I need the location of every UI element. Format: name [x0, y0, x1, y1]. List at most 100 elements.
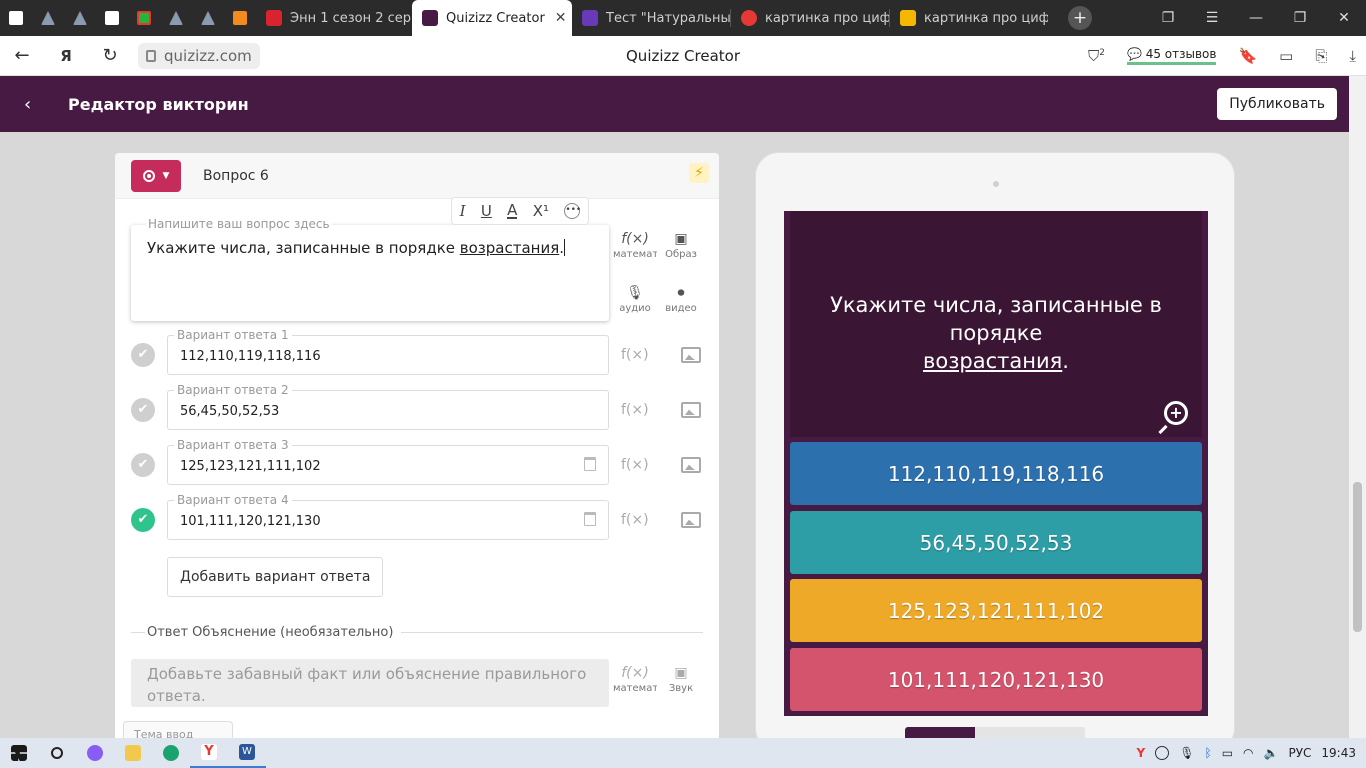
alice-icon[interactable]	[76, 738, 114, 768]
collections-icon[interactable]: ❐	[1146, 10, 1190, 26]
image-icon[interactable]	[681, 347, 701, 363]
question-type-dropdown[interactable]: ▼	[131, 159, 181, 192]
bookmark-icon[interactable]: 🔖	[1238, 47, 1257, 65]
edge-icon[interactable]	[152, 738, 190, 768]
file-explorer-icon[interactable]	[114, 738, 152, 768]
tab-label: картинка про цифр	[765, 10, 889, 26]
image-button[interactable]: ▣ Образ	[659, 231, 703, 260]
close-tab-icon[interactable]: ✕	[545, 10, 567, 26]
yandex-home-icon[interactable]: Я	[44, 47, 88, 65]
pinned-tab[interactable]	[64, 0, 96, 36]
scrollbar-thumb[interactable]	[1353, 482, 1362, 632]
word-icon[interactable]: W	[228, 738, 266, 768]
mark-correct-checkbox[interactable]: ✔	[131, 508, 155, 532]
windows-logo-icon	[11, 745, 27, 761]
more-options-icon[interactable]: •••	[564, 203, 581, 219]
reload-icon[interactable]: ↻	[88, 45, 132, 66]
volume-icon[interactable]: 🔈	[1264, 746, 1279, 760]
extensions-badge: 2	[1099, 48, 1105, 58]
answer-value: 101,111,120,121,130	[180, 514, 321, 529]
audio-button[interactable]: ▣ Звук	[659, 665, 703, 694]
mark-correct-checkbox[interactable]: ✔	[131, 453, 155, 477]
tab-quizizz-creator[interactable]: Quizizz Creator ✕	[412, 0, 572, 36]
page-scrollbar[interactable]	[1349, 76, 1366, 738]
pinned-tab[interactable]	[128, 0, 160, 36]
url-field[interactable]: quizizz.com	[138, 42, 260, 69]
text-color-button[interactable]: A	[507, 203, 518, 219]
pinned-tab[interactable]	[0, 0, 32, 36]
pinned-tab[interactable]	[160, 0, 192, 36]
math-button[interactable]: f(×) математи	[613, 665, 657, 694]
start-button[interactable]	[0, 738, 38, 768]
yandex-tray-icon[interactable]: Y	[1137, 746, 1146, 760]
clock[interactable]: 19:43	[1321, 746, 1356, 760]
explanation-tools: f(×) математи ▣ Звук	[613, 665, 703, 694]
answer-input[interactable]: Вариант ответа 2 56,45,50,52,53	[167, 383, 609, 430]
answer-input[interactable]: Вариант ответа 3 125,123,121,111,102	[167, 438, 609, 485]
function-icon[interactable]: f(×)	[621, 457, 649, 473]
math-button[interactable]: f(×) математи	[613, 231, 657, 260]
menu-icon[interactable]: ☰	[1190, 10, 1234, 26]
tab-anne[interactable]: Энн 1 сезон 2 сери	[256, 0, 412, 36]
yandex-browser-icon[interactable]: Y	[190, 738, 228, 768]
tab-image-search-2[interactable]: картинка про цифр	[890, 0, 1048, 36]
answer-option-4: ✔ Вариант ответа 4 101,111,120,121,130	[131, 493, 609, 540]
function-icon[interactable]: f(×)	[621, 512, 649, 528]
preview-option-2[interactable]: 56,45,50,52,53	[790, 511, 1202, 574]
new-tab-button[interactable]: +	[1068, 6, 1092, 30]
add-answer-button[interactable]: Добавить вариант ответа	[167, 557, 384, 597]
italic-button[interactable]: I	[460, 202, 466, 220]
search-icon[interactable]	[38, 738, 76, 768]
clipboard-icon[interactable]: ⎘	[1315, 47, 1327, 65]
lightning-icon[interactable]: ⚡	[689, 163, 709, 183]
minimize-icon[interactable]: —	[1234, 10, 1278, 26]
pinned-tab[interactable]	[96, 0, 128, 36]
video-button[interactable]: ⏺ видео	[659, 285, 703, 314]
mark-correct-checkbox[interactable]: ✔	[131, 398, 155, 422]
superscript-button[interactable]: X¹	[533, 202, 549, 220]
pinned-tab[interactable]	[32, 0, 64, 36]
preview-option-4[interactable]: 101,111,120,121,130	[790, 648, 1202, 711]
wifi-icon[interactable]: ◠	[1243, 746, 1253, 760]
tray-app-icon[interactable]	[1155, 746, 1170, 760]
function-icon[interactable]: f(×)	[621, 347, 649, 363]
question-input[interactable]: Напишите ваш вопрос здесь Укажите числа,…	[131, 217, 609, 321]
tab-image-search-1[interactable]: картинка про цифр	[731, 0, 889, 36]
underline-button[interactable]: U	[481, 202, 492, 220]
bluetooth-icon[interactable]: ᛒ	[1204, 746, 1211, 760]
audio-button[interactable]: 🎙 аудио	[613, 285, 657, 314]
back-arrow-icon[interactable]: ←	[0, 45, 44, 66]
mark-correct-checkbox[interactable]: ✔	[131, 343, 155, 367]
question-text: Укажите числа, записанные в порядке возр…	[147, 239, 565, 257]
close-window-icon[interactable]: ✕	[1322, 10, 1366, 26]
answer-label: Вариант ответа 4	[174, 493, 292, 507]
image-icon[interactable]	[681, 512, 701, 528]
preview-option-1[interactable]: 112,110,119,118,116	[790, 442, 1202, 505]
pinned-tab[interactable]	[224, 0, 256, 36]
microphone-tray-icon[interactable]: 🎙	[1179, 746, 1194, 760]
zoom-in-icon[interactable]: +	[1164, 401, 1188, 425]
answer-input[interactable]: Вариант ответа 4 101,111,120,121,130	[167, 493, 609, 540]
pinned-tab[interactable]	[192, 0, 224, 36]
folder-icon	[125, 745, 141, 761]
restore-icon[interactable]: ❐	[1278, 10, 1322, 26]
back-chevron-icon[interactable]: ‹	[24, 94, 60, 115]
answer-input[interactable]: Вариант ответа 1 112,110,119,118,116	[167, 328, 609, 375]
language-indicator[interactable]: РУС	[1288, 746, 1311, 760]
image-icon[interactable]	[681, 402, 701, 418]
reviews-button[interactable]: 💬 45 отзывов	[1126, 47, 1217, 65]
downloads-icon[interactable]: ⤓	[1349, 47, 1356, 65]
image-icon[interactable]	[681, 457, 701, 473]
trash-icon[interactable]	[584, 457, 596, 471]
trash-icon[interactable]	[584, 512, 596, 526]
preview-option-3[interactable]: 125,123,121,111,102	[790, 579, 1202, 642]
explanation-input[interactable]: Добавьте забавный факт или объяснение пр…	[131, 659, 609, 707]
battery-icon[interactable]: ▭	[1279, 47, 1293, 65]
function-icon[interactable]: f(×)	[621, 402, 649, 418]
publish-button[interactable]: Публиковать	[1217, 88, 1337, 120]
system-tray: Y 🎙 ᛒ ▭ ◠ 🔈 РУС 19:43	[1137, 738, 1356, 768]
network-icon[interactable]: ▭	[1222, 746, 1233, 760]
extensions-icon[interactable]: ⛉2	[1088, 47, 1105, 65]
tab-test[interactable]: Тест "Натуральные	[572, 0, 730, 36]
chevron-down-icon: ▼	[162, 170, 170, 181]
